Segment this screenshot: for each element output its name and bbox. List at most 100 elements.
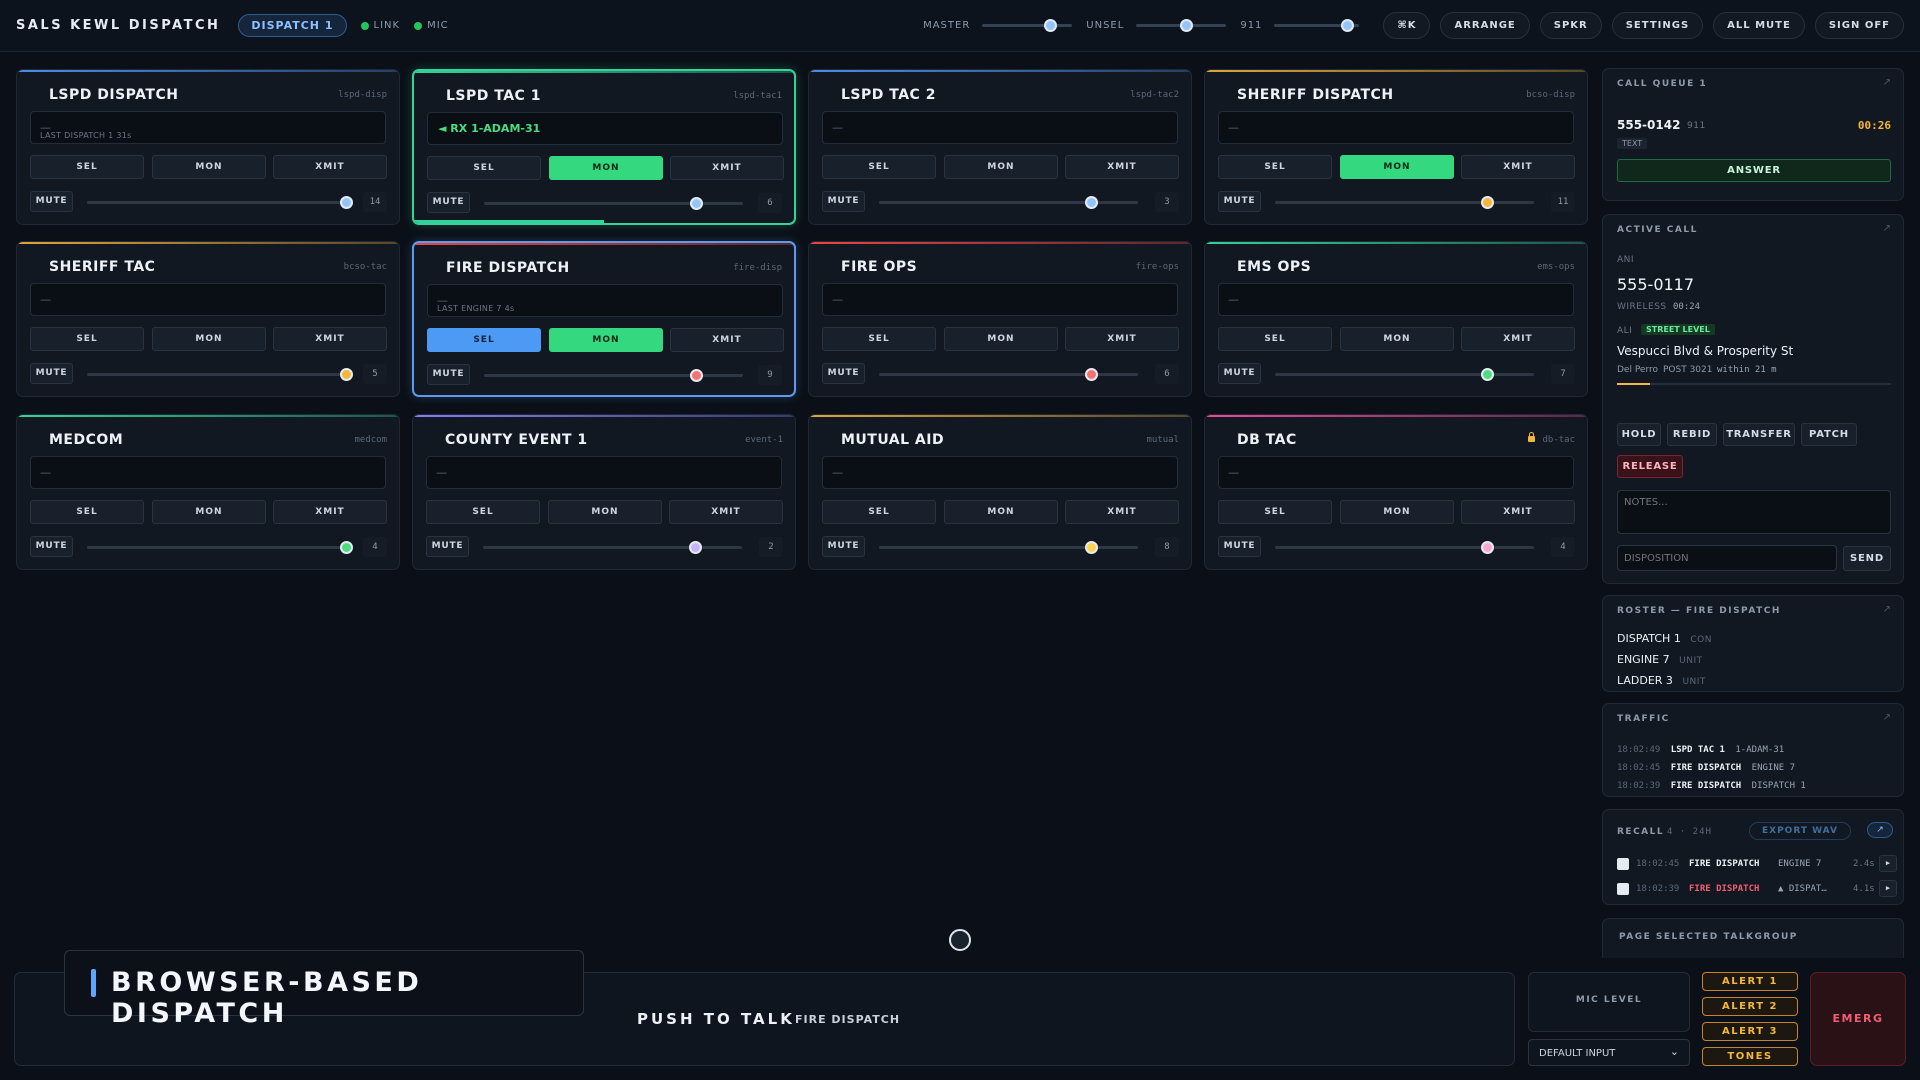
volume-slider[interactable] — [1275, 368, 1534, 381]
select-button[interactable]: SEL — [30, 155, 144, 179]
mute-button[interactable]: MUTE — [30, 536, 73, 557]
volume-slider[interactable] — [1275, 541, 1534, 554]
transmit-button[interactable]: XMIT — [670, 156, 784, 180]
monitor-button[interactable]: MON — [1340, 327, 1454, 351]
911-volume-knob[interactable] — [1340, 19, 1354, 32]
position-pill[interactable]: DISPATCH 1 — [238, 14, 347, 37]
select-button[interactable]: SEL — [822, 155, 936, 179]
channel-card[interactable]: EMS OPS ems-ops — SEL MON XMIT MUTE 7 — [1204, 241, 1588, 397]
transmit-button[interactable]: XMIT — [273, 327, 387, 351]
transmit-button[interactable]: XMIT — [1461, 327, 1575, 351]
tones-button[interactable]: TONES — [1702, 1047, 1798, 1066]
patch-button[interactable]: PATCH — [1801, 423, 1857, 446]
unsel-volume-slider[interactable] — [1136, 19, 1227, 32]
volume-slider[interactable] — [879, 368, 1138, 381]
volume-slider[interactable] — [87, 368, 353, 381]
emergency-button[interactable]: EMERG — [1810, 972, 1906, 1066]
rebid-button[interactable]: REBID — [1667, 423, 1717, 446]
channel-card[interactable]: MEDCOM medcom — SEL MON XMIT MUTE 4 — [16, 414, 400, 570]
expand-icon[interactable]: ↗ — [1883, 604, 1891, 615]
select-button[interactable]: SEL — [427, 156, 541, 180]
channel-card[interactable]: LSPD TAC 1 lspd-tac1 ◄ RX 1-ADAM-31 SEL … — [412, 69, 796, 225]
volume-slider[interactable] — [484, 197, 743, 210]
monitor-button[interactable]: MON — [1340, 500, 1454, 524]
monitor-button[interactable]: MON — [152, 327, 266, 351]
mute-button[interactable]: MUTE — [427, 192, 470, 213]
channel-card[interactable]: LSPD TAC 2 lspd-tac2 — SEL MON XMIT MUTE… — [808, 69, 1192, 225]
channel-card[interactable]: FIRE OPS fire-ops — SEL MON XMIT MUTE 6 — [808, 241, 1192, 397]
recall-checkbox[interactable] — [1617, 883, 1629, 895]
monitor-button[interactable]: MON — [549, 328, 663, 352]
disposition-field[interactable] — [1617, 545, 1837, 571]
select-button[interactable]: SEL — [1218, 327, 1332, 351]
master-volume-knob[interactable] — [1043, 19, 1057, 32]
transmit-button[interactable]: XMIT — [273, 155, 387, 179]
volume-knob[interactable] — [1481, 541, 1495, 554]
play-icon[interactable]: ▶ — [1879, 855, 1897, 872]
select-button[interactable]: SEL — [1218, 500, 1332, 524]
all-mute-button[interactable]: ALL MUTE — [1713, 12, 1805, 39]
roster-item[interactable]: LADDER 3 UNIT — [1617, 674, 1893, 691]
mute-button[interactable]: MUTE — [426, 536, 469, 557]
speaker-button[interactable]: SPKR — [1539, 12, 1602, 39]
channel-card[interactable]: SHERIFF DISPATCH bcso-disp — SEL MON XMI… — [1204, 69, 1588, 225]
volume-slider[interactable] — [87, 541, 353, 554]
channel-card[interactable]: COUNTY EVENT 1 event-1 — SEL MON XMIT MU… — [412, 414, 796, 570]
monitor-button[interactable]: MON — [1340, 155, 1454, 179]
volume-knob[interactable] — [340, 541, 353, 554]
transmit-button[interactable]: XMIT — [670, 328, 784, 352]
monitor-button[interactable]: MON — [944, 327, 1058, 351]
monitor-button[interactable]: MON — [944, 155, 1058, 179]
volume-knob[interactable] — [1085, 541, 1099, 554]
queued-call-number[interactable]: 555-0142 — [1617, 118, 1680, 132]
release-button[interactable]: RELEASE — [1617, 455, 1683, 478]
mute-button[interactable]: MUTE — [30, 363, 73, 384]
volume-slider[interactable] — [484, 369, 743, 382]
volume-knob[interactable] — [1085, 368, 1099, 381]
transmit-button[interactable]: XMIT — [1461, 155, 1575, 179]
transmit-button[interactable]: XMIT — [1065, 500, 1179, 524]
mute-button[interactable]: MUTE — [1218, 363, 1261, 384]
input-device-select[interactable]: DEFAULT INPUT ⌄ — [1528, 1039, 1690, 1066]
alert-2-button[interactable]: ALERT 2 — [1702, 997, 1798, 1016]
channel-card[interactable]: SHERIFF TAC bcso-tac — SEL MON XMIT MUTE… — [16, 241, 400, 397]
channel-card[interactable]: LSPD DISPATCH lspd-disp — LAST DISPATCH 1… — [16, 69, 400, 225]
recall-expand-icon[interactable]: ↗ — [1867, 822, 1893, 838]
volume-knob[interactable] — [690, 369, 704, 382]
monitor-button[interactable]: MON — [944, 500, 1058, 524]
transmit-button[interactable]: XMIT — [1065, 327, 1179, 351]
mute-button[interactable]: MUTE — [822, 191, 865, 212]
monitor-button[interactable]: MON — [548, 500, 662, 524]
notes-field[interactable] — [1617, 490, 1891, 534]
transfer-button[interactable]: TRANSFER — [1723, 423, 1795, 446]
select-button[interactable]: SEL — [822, 327, 936, 351]
monitor-button[interactable]: MON — [152, 155, 266, 179]
select-button[interactable]: SEL — [30, 500, 144, 524]
volume-knob[interactable] — [340, 368, 353, 381]
export-wav-button[interactable]: EXPORT WAV — [1749, 822, 1851, 840]
mute-button[interactable]: MUTE — [30, 191, 73, 212]
volume-knob[interactable] — [1085, 196, 1099, 209]
recall-checkbox[interactable] — [1617, 858, 1629, 870]
monitor-button[interactable]: MON — [549, 156, 663, 180]
unsel-volume-knob[interactable] — [1179, 19, 1193, 32]
command-palette-button[interactable]: ⌘K — [1383, 12, 1431, 39]
expand-icon[interactable]: ↗ — [1883, 712, 1891, 723]
select-button[interactable]: SEL — [427, 328, 541, 352]
volume-knob[interactable] — [340, 196, 353, 209]
settings-button[interactable]: SETTINGS — [1611, 12, 1704, 39]
volume-knob[interactable] — [1481, 368, 1495, 381]
select-button[interactable]: SEL — [30, 327, 144, 351]
volume-slider[interactable] — [1275, 196, 1534, 209]
volume-knob[interactable] — [690, 197, 704, 210]
channel-card[interactable]: DB TAC db-tac — SEL MON XMIT MUTE 4 — [1204, 414, 1588, 570]
volume-knob[interactable] — [689, 541, 703, 554]
channel-card[interactable]: FIRE DISPATCH fire-disp — LAST ENGINE 7 4… — [412, 241, 796, 397]
transmit-button[interactable]: XMIT — [273, 500, 387, 524]
select-button[interactable]: SEL — [1218, 155, 1332, 179]
mute-button[interactable]: MUTE — [427, 364, 470, 385]
expand-icon[interactable]: ↗ — [1883, 77, 1891, 88]
select-button[interactable]: SEL — [426, 500, 540, 524]
hold-button[interactable]: HOLD — [1617, 423, 1661, 446]
roster-item[interactable]: ENGINE 7 UNIT — [1617, 653, 1893, 674]
